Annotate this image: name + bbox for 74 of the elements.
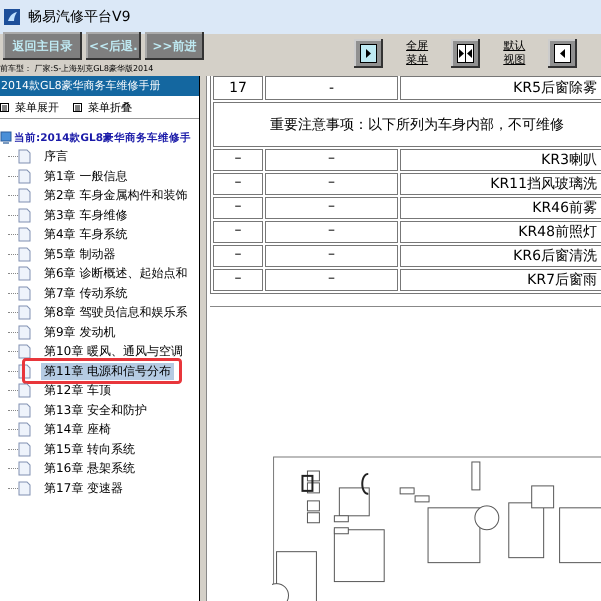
- car-model-label: 前车型： 厂家:S-上海别克GL8豪华版2014: [0, 63, 154, 74]
- table-cell: -: [265, 76, 398, 100]
- arrow-left-icon: [554, 44, 572, 62]
- tree-item[interactable]: 第11章 电源和信号分布: [41, 362, 174, 380]
- list-icon: [73, 102, 82, 112]
- table-cell: KR11挡风玻璃洗: [400, 173, 601, 195]
- document-page-icon: [18, 344, 31, 360]
- view-toggle-button[interactable]: [451, 38, 480, 68]
- document-page-icon: [18, 305, 31, 320]
- tree-item[interactable]: 第16章 悬架系统: [41, 460, 138, 478]
- computer-icon: [0, 131, 12, 145]
- document-page-icon: [18, 227, 31, 242]
- document-page-icon: [18, 286, 31, 301]
- table-cell: 17: [213, 76, 263, 100]
- document-page-icon: [18, 480, 31, 496]
- table-cell: KR48前照灯: [400, 221, 601, 243]
- document-page-icon: [18, 246, 31, 262]
- window-title: 畅易汽修平台V9: [28, 8, 130, 26]
- tree-item[interactable]: 第7章 传动系统: [41, 284, 130, 302]
- table-cell: –: [213, 221, 263, 243]
- arrow-right-icon: [360, 44, 377, 62]
- document-page-icon: [18, 208, 31, 223]
- tree-item[interactable]: 第12章 车顶: [41, 382, 114, 400]
- view-link[interactable]: 全屏菜单: [405, 39, 430, 67]
- tree-item[interactable]: 第17章 变速器: [41, 480, 126, 497]
- table-cell: –: [265, 173, 398, 195]
- table-cell: –: [213, 269, 263, 291]
- table-cell: KR5后窗除雾: [400, 76, 601, 100]
- document-page-icon: [18, 266, 31, 282]
- manual-title: 2014款GL8豪华商务车维修手册: [0, 76, 199, 96]
- tree-item[interactable]: 第3章 车身维修: [41, 206, 130, 224]
- table-cell: –: [265, 269, 398, 291]
- document-page-icon: [18, 188, 31, 204]
- table-cell: KR6后窗清洗: [400, 245, 601, 267]
- tree-item[interactable]: 第9章 发动机: [41, 324, 118, 341]
- document-page-icon: [18, 402, 31, 418]
- tree-root[interactable]: 当前:2014款GL8豪华商务车维修手: [14, 131, 192, 145]
- tree-item[interactable]: 第1章 一般信息: [41, 168, 130, 185]
- table-cell: –: [213, 173, 263, 195]
- document-page-icon: [18, 383, 31, 398]
- table-cell: KR7后窗雨: [400, 269, 601, 291]
- table-cell: –: [213, 197, 263, 219]
- document-page-icon: [18, 422, 31, 438]
- table-cell: –: [265, 221, 398, 243]
- table-cell: –: [213, 149, 263, 171]
- view-link[interactable]: 默认视图: [502, 39, 526, 67]
- tree-item[interactable]: 第4章 车身系统: [41, 226, 130, 244]
- document-page-icon: [18, 168, 31, 184]
- document-page-icon: [18, 442, 31, 457]
- tree-item[interactable]: 第6章 诊断概述、起始点和: [41, 265, 190, 282]
- view-toggle-button[interactable]: [354, 38, 383, 68]
- tree-item[interactable]: 第13章 安全和防护: [41, 402, 150, 419]
- table-cell: KR3喇叭: [400, 149, 601, 171]
- table-cell: –: [265, 197, 398, 219]
- tree-item[interactable]: 第10章 暖风、通风与空调: [41, 343, 186, 360]
- notice-text: 重要注意事项：以下所列为车身内部，不可维修: [213, 102, 601, 147]
- tree-item[interactable]: 第15章 转向系统: [41, 440, 138, 458]
- table-cell: –: [265, 245, 398, 267]
- table-cell: KR46前雾: [400, 197, 601, 219]
- tree-item[interactable]: 序言: [41, 148, 71, 166]
- tree-item[interactable]: 第5章 制动器: [41, 246, 118, 263]
- menu-toggle-link[interactable]: 菜单折叠: [73, 100, 132, 114]
- view-toggle-button[interactable]: [548, 38, 578, 68]
- document-page-icon: [18, 149, 31, 164]
- menu-toggle-link[interactable]: 菜单展开: [0, 100, 59, 114]
- tree-item[interactable]: 第2章 车身金属构件和装饰: [41, 187, 190, 204]
- tree-item[interactable]: 第8章 驾驶员信息和娱乐系: [41, 304, 190, 322]
- arrows-inward-icon: [457, 44, 474, 62]
- document-page-icon: [18, 461, 31, 476]
- app-logo-icon: [4, 9, 20, 25]
- table-cell: –: [213, 245, 263, 267]
- table-cell: –: [265, 149, 398, 171]
- tree-item[interactable]: 第14章 座椅: [41, 421, 114, 438]
- document-page-icon: [18, 324, 31, 340]
